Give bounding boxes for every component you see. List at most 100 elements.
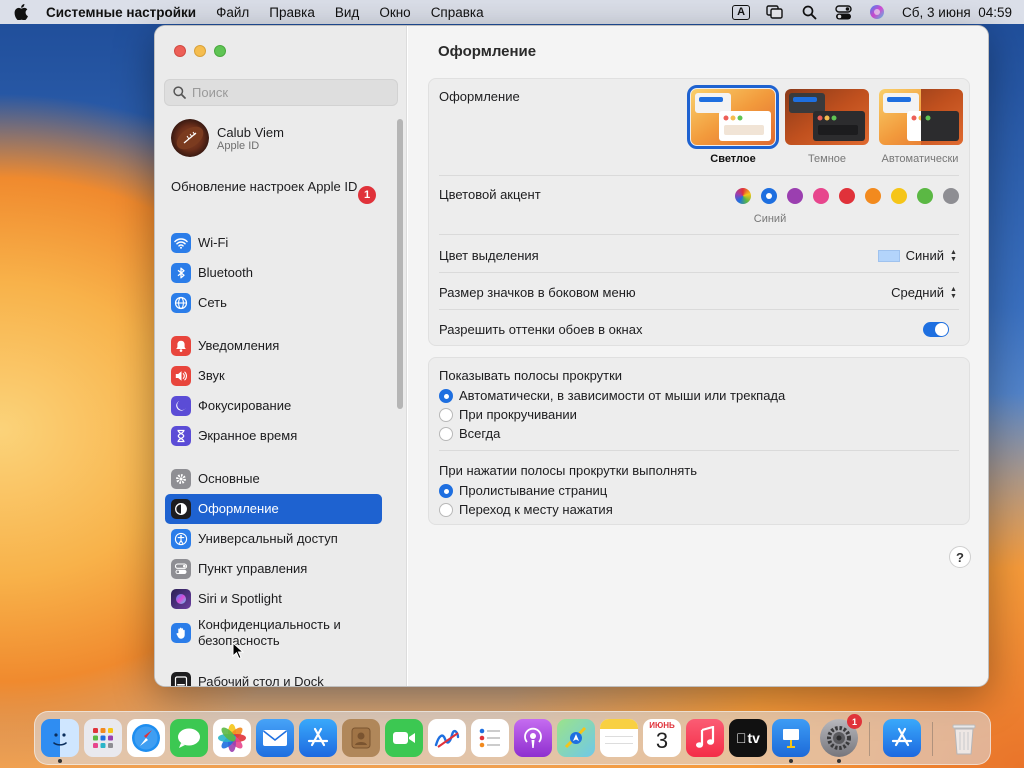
calendar-icon[interactable]: ИЮНЬ 3 bbox=[643, 719, 681, 757]
sidebar-item-desktop-dock[interactable]: Рабочий стол и Dock bbox=[165, 667, 382, 686]
sidebar-item-siri-spotlight[interactable]: Siri и Spotlight bbox=[165, 584, 382, 614]
sidebar-item-accessibility[interactable]: Универсальный доступ bbox=[165, 524, 382, 554]
spotlight-search-icon[interactable] bbox=[800, 4, 818, 20]
minimize-button[interactable] bbox=[194, 45, 206, 57]
downloads-icon[interactable] bbox=[883, 719, 921, 757]
radio-label: Всегда bbox=[459, 426, 501, 441]
accent-red-swatch[interactable] bbox=[839, 188, 855, 204]
apple-id-account[interactable]: Calub Viem Apple ID bbox=[171, 119, 284, 157]
radio-button[interactable] bbox=[439, 407, 453, 422]
appearance-dark-label: Темное bbox=[807, 153, 847, 165]
sidebar-item-control-center[interactable]: Пункт управления bbox=[165, 554, 382, 584]
accent-graphite-swatch[interactable] bbox=[943, 188, 959, 204]
stage-manager-icon[interactable] bbox=[766, 4, 784, 20]
zoom-button[interactable] bbox=[214, 45, 226, 57]
divider bbox=[439, 309, 959, 310]
messages-icon[interactable] bbox=[170, 719, 208, 757]
menu-view[interactable]: Вид bbox=[335, 5, 359, 20]
account-subtitle: Apple ID bbox=[217, 139, 260, 152]
sidebar-scrollbar[interactable] bbox=[397, 119, 403, 409]
maps-icon[interactable] bbox=[557, 719, 595, 757]
menu-file[interactable]: Файл bbox=[216, 5, 249, 20]
wallpaper-tint-toggle[interactable] bbox=[923, 322, 949, 337]
input-source-indicator[interactable]: A bbox=[732, 4, 751, 20]
appearance-auto-option[interactable] bbox=[879, 89, 963, 145]
contacts-icon[interactable] bbox=[342, 719, 380, 757]
sidebar-item-label: Уведомления bbox=[198, 338, 280, 353]
control-center-icon[interactable] bbox=[834, 4, 852, 20]
menu-datetime[interactable]: Сб, 3 июня 04:59 bbox=[902, 5, 1012, 20]
radio-button[interactable] bbox=[439, 388, 453, 403]
menu-app-name[interactable]: Системные настройки bbox=[46, 5, 196, 20]
search-field[interactable] bbox=[164, 79, 398, 106]
appearance-light-option[interactable] bbox=[687, 85, 779, 149]
music-icon[interactable] bbox=[686, 719, 724, 757]
radio-button[interactable] bbox=[439, 483, 453, 498]
help-button[interactable]: ? bbox=[949, 546, 971, 568]
close-button[interactable] bbox=[174, 45, 186, 57]
menu-window[interactable]: Окно bbox=[379, 5, 410, 20]
apple-id-update-item[interactable]: Обновление настроек Apple ID bbox=[171, 179, 377, 195]
sidebar-item-screen-time[interactable]: Экранное время bbox=[165, 421, 382, 451]
sidebar-item-general[interactable]: Основные bbox=[165, 464, 382, 494]
sidebar-item-sound[interactable]: Звук bbox=[165, 361, 382, 391]
podcasts-icon[interactable] bbox=[514, 719, 552, 757]
sidebar-item-focus[interactable]: Фокусирование bbox=[165, 391, 382, 421]
sidebar-item-appearance[interactable]: Оформление bbox=[165, 494, 382, 524]
menu-help[interactable]: Справка bbox=[431, 5, 484, 20]
account-name: Calub Viem bbox=[217, 124, 284, 140]
radio-button[interactable] bbox=[439, 426, 453, 441]
finder-icon[interactable] bbox=[41, 719, 79, 763]
accent-blue-swatch[interactable] bbox=[761, 188, 777, 204]
accent-pink-swatch[interactable] bbox=[813, 188, 829, 204]
menu-edit[interactable]: Правка bbox=[269, 5, 315, 20]
accent-orange-swatch[interactable] bbox=[865, 188, 881, 204]
appstore-icon[interactable] bbox=[299, 719, 337, 757]
accessibility-icon bbox=[171, 529, 191, 549]
radio-button[interactable] bbox=[439, 502, 453, 517]
launchpad-icon[interactable] bbox=[84, 719, 122, 757]
highlight-color-popup[interactable]: Синий ▲ ▼ bbox=[877, 247, 959, 264]
sidebar-item-notifications[interactable]: Уведомления bbox=[165, 331, 382, 361]
accent-purple-swatch[interactable] bbox=[787, 188, 803, 204]
settings-icon[interactable]: 1 bbox=[820, 714, 862, 763]
scroll-click-option-spot[interactable]: Переход к месту нажатия bbox=[439, 502, 959, 517]
window-controls bbox=[174, 45, 226, 57]
accent-yellow-swatch[interactable] bbox=[891, 188, 907, 204]
hourglass-icon bbox=[171, 426, 191, 446]
sidebar-icon-size-popup[interactable]: Средний ▲ ▼ bbox=[891, 284, 959, 301]
accent-selected-name: Синий bbox=[753, 213, 787, 225]
scrollbars-option-always[interactable]: Всегда bbox=[439, 426, 959, 441]
chevron-up-down-icon: ▲ ▼ bbox=[950, 285, 957, 300]
facetime-icon[interactable] bbox=[385, 719, 423, 757]
avatar bbox=[171, 119, 209, 157]
moon-icon bbox=[171, 396, 191, 416]
freeform-icon[interactable] bbox=[428, 719, 466, 757]
sidebar-item-privacy-security[interactable]: Конфиденциальность и безопасность bbox=[165, 616, 382, 650]
mail-icon[interactable] bbox=[256, 719, 294, 757]
trash-icon[interactable] bbox=[945, 719, 983, 757]
sidebar-item-bluetooth[interactable]: Bluetooth bbox=[165, 258, 382, 288]
accent-multicolor-swatch[interactable] bbox=[735, 188, 751, 204]
scrollbars-option-auto[interactable]: Автоматически, в зависимости от мыши или… bbox=[439, 388, 959, 403]
appearance-dark-option[interactable] bbox=[785, 89, 869, 145]
search-input[interactable] bbox=[192, 85, 382, 100]
wallpaper-tint-row: Разрешить оттенки обоев в окнах bbox=[439, 322, 959, 337]
scroll-click-option-page[interactable]: Пролистывание страниц bbox=[439, 483, 959, 498]
tv-icon[interactable]: tv bbox=[729, 719, 767, 757]
siri-icon bbox=[171, 589, 191, 609]
accent-label: Цветовой акцент bbox=[439, 187, 541, 202]
scrollbars-option-scrolling[interactable]: При прокручивании bbox=[439, 407, 959, 422]
sidebar-item-wifi[interactable]: Wi-Fi bbox=[165, 228, 382, 258]
chevron-up-down-icon: ▲ ▼ bbox=[950, 248, 957, 263]
apple-menu-icon[interactable] bbox=[12, 3, 30, 21]
notes-icon[interactable] bbox=[600, 719, 638, 757]
keynote-icon[interactable] bbox=[772, 719, 810, 763]
sidebar-item-network[interactable]: Сеть bbox=[165, 288, 382, 318]
reminders-icon[interactable] bbox=[471, 719, 509, 757]
accent-green-swatch[interactable] bbox=[917, 188, 933, 204]
sidebar-item-label: Сеть bbox=[198, 295, 227, 310]
safari-icon[interactable] bbox=[127, 719, 165, 757]
photos-icon[interactable] bbox=[213, 719, 251, 757]
siri-icon[interactable] bbox=[868, 4, 886, 20]
